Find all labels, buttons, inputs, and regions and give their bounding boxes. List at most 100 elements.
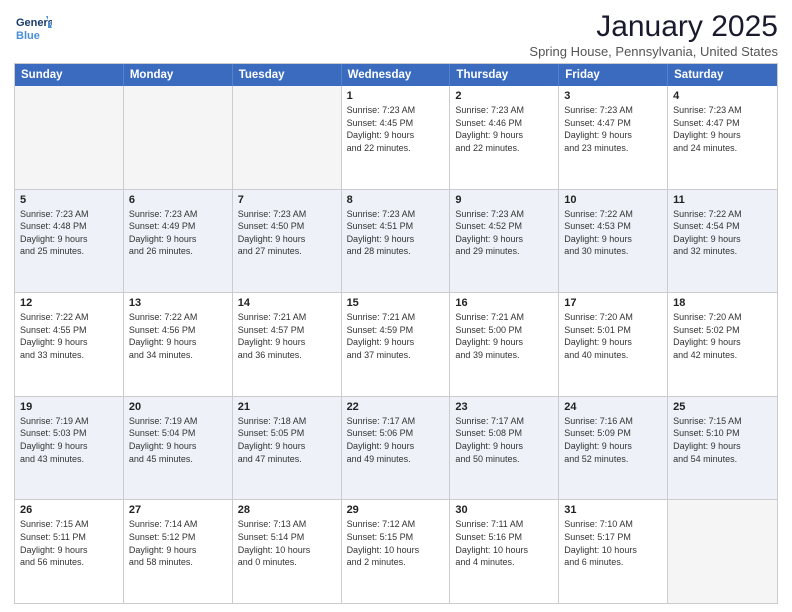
day-cell-19: 19Sunrise: 7:19 AM Sunset: 5:03 PM Dayli… — [15, 397, 124, 500]
day-number: 2 — [455, 90, 553, 102]
day-info: Sunrise: 7:23 AM Sunset: 4:47 PM Dayligh… — [673, 104, 772, 154]
day-cell-14: 14 Sunrise: 7:21 AM Sunset: 4:57 PM Dayli… — [233, 293, 342, 396]
calendar-row-5: 26 Sunrise: 7:15 AM Sunset: 5:11 PM Dayli… — [15, 499, 777, 603]
day-info: Sunrise: 7:23 AM Sunset: 4:47 PM Dayligh… — [564, 104, 662, 154]
weekday-header-tuesday: Tuesday — [233, 64, 342, 86]
day-info: Sunrise: 7:21 AM Sunset: 4:57 PM Dayligh… — [238, 311, 336, 361]
day-info: Sunrise: 7:12 AM Sunset: 5:15 PM Dayligh… — [347, 518, 445, 568]
calendar-row-4: 19Sunrise: 7:19 AM Sunset: 5:03 PM Dayli… — [15, 396, 777, 500]
day-cell-28: 28 Sunrise: 7:13 AM Sunset: 5:14 PM Dayli… — [233, 500, 342, 603]
day-info: Sunrise: 7:11 AM Sunset: 5:16 PM Dayligh… — [455, 518, 553, 568]
weekday-header-wednesday: Wednesday — [342, 64, 451, 86]
day-info: Sunrise: 7:18 AM Sunset: 5:05 PM Dayligh… — [238, 415, 336, 465]
day-info: Sunrise: 7:22 AM Sunset: 4:55 PM Dayligh… — [20, 311, 118, 361]
calendar-row-1: 1 Sunrise: 7:23 AM Sunset: 4:45 PM Daylig… — [15, 86, 777, 189]
day-info: Sunrise: 7:23 AM Sunset: 4:46 PM Dayligh… — [455, 104, 553, 154]
day-info: Sunrise: 7:13 AM Sunset: 5:14 PM Dayligh… — [238, 518, 336, 568]
weekday-header-thursday: Thursday — [450, 64, 559, 86]
svg-text:Blue: Blue — [16, 30, 40, 42]
day-info: Sunrise: 7:20 AM Sunset: 5:01 PM Dayligh… — [564, 311, 662, 361]
day-cell-15: 15Sunrise: 7:21 AM Sunset: 4:59 PM Dayli… — [342, 293, 451, 396]
day-number: 12 — [20, 297, 118, 309]
day-info: Sunrise: 7:22 AM Sunset: 4:56 PM Dayligh… — [129, 311, 227, 361]
day-number: 9 — [455, 194, 553, 206]
day-info: Sunrise: 7:23 AM Sunset: 4:49 PM Dayligh… — [129, 208, 227, 258]
empty-cell — [668, 500, 777, 603]
empty-cell — [15, 86, 124, 189]
day-info: Sunrise: 7:17 AM Sunset: 5:06 PM Dayligh… — [347, 415, 445, 465]
day-number: 11 — [673, 194, 772, 206]
weekday-header-friday: Friday — [559, 64, 668, 86]
calendar-body: 1 Sunrise: 7:23 AM Sunset: 4:45 PM Daylig… — [15, 86, 777, 603]
day-cell-16: 16Sunrise: 7:21 AM Sunset: 5:00 PM Dayli… — [450, 293, 559, 396]
day-info: Sunrise: 7:22 AM Sunset: 4:54 PM Dayligh… — [673, 208, 772, 258]
calendar: SundayMondayTuesdayWednesdayThursdayFrid… — [14, 63, 778, 604]
day-number: 28 — [238, 504, 336, 516]
day-cell-13: 13 Sunrise: 7:22 AM Sunset: 4:56 PM Dayli… — [124, 293, 233, 396]
day-cell-4: 4 Sunrise: 7:23 AM Sunset: 4:47 PM Daylig… — [668, 86, 777, 189]
day-info: Sunrise: 7:23 AM Sunset: 4:50 PM Dayligh… — [238, 208, 336, 258]
day-cell-6: 6 Sunrise: 7:23 AM Sunset: 4:49 PM Daylig… — [124, 190, 233, 293]
day-number: 21 — [238, 401, 336, 413]
header-right: January 2025 Spring House, Pennsylvania,… — [529, 10, 778, 59]
day-number: 29 — [347, 504, 445, 516]
day-info: Sunrise: 7:14 AM Sunset: 5:12 PM Dayligh… — [129, 518, 227, 568]
day-cell-18: 18 Sunrise: 7:20 AM Sunset: 5:02 PM Dayli… — [668, 293, 777, 396]
svg-text:General: General — [16, 17, 52, 29]
day-info: Sunrise: 7:15 AM Sunset: 5:11 PM Dayligh… — [20, 518, 118, 568]
day-number: 4 — [673, 90, 772, 102]
day-cell-17: 17 Sunrise: 7:20 AM Sunset: 5:01 PM Dayli… — [559, 293, 668, 396]
day-number: 18 — [673, 297, 772, 309]
day-number: 19 — [20, 401, 118, 413]
day-cell-2: 2 Sunrise: 7:23 AM Sunset: 4:46 PM Daylig… — [450, 86, 559, 189]
day-info: Sunrise: 7:21 AM Sunset: 4:59 PM Dayligh… — [347, 311, 445, 361]
day-info: Sunrise: 7:10 AM Sunset: 5:17 PM Dayligh… — [564, 518, 662, 568]
day-number: 26 — [20, 504, 118, 516]
day-number: 24 — [564, 401, 662, 413]
day-number: 25 — [673, 401, 772, 413]
day-cell-23: 23 Sunrise: 7:17 AM Sunset: 5:08 PM Dayli… — [450, 397, 559, 500]
day-cell-29: 29 Sunrise: 7:12 AM Sunset: 5:15 PM Dayli… — [342, 500, 451, 603]
day-cell-25: 25Sunrise: 7:15 AM Sunset: 5:10 PM Dayli… — [668, 397, 777, 500]
day-number: 6 — [129, 194, 227, 206]
calendar-row-2: 5 Sunrise: 7:23 AM Sunset: 4:48 PM Daylig… — [15, 189, 777, 293]
day-cell-9: 9Sunrise: 7:23 AM Sunset: 4:52 PM Daylig… — [450, 190, 559, 293]
day-number: 27 — [129, 504, 227, 516]
day-info: Sunrise: 7:23 AM Sunset: 4:48 PM Dayligh… — [20, 208, 118, 258]
day-cell-27: 27 Sunrise: 7:14 AM Sunset: 5:12 PM Dayli… — [124, 500, 233, 603]
day-number: 13 — [129, 297, 227, 309]
logo: General Blue — [14, 10, 52, 48]
day-number: 14 — [238, 297, 336, 309]
day-number: 7 — [238, 194, 336, 206]
day-number: 20 — [129, 401, 227, 413]
day-number: 30 — [455, 504, 553, 516]
day-cell-3: 3 Sunrise: 7:23 AM Sunset: 4:47 PM Daylig… — [559, 86, 668, 189]
day-number: 5 — [20, 194, 118, 206]
day-info: Sunrise: 7:20 AM Sunset: 5:02 PM Dayligh… — [673, 311, 772, 361]
day-number: 17 — [564, 297, 662, 309]
calendar-row-3: 12 Sunrise: 7:22 AM Sunset: 4:55 PM Dayli… — [15, 292, 777, 396]
day-info: Sunrise: 7:23 AM Sunset: 4:45 PM Dayligh… — [347, 104, 445, 154]
day-cell-22: 22 Sunrise: 7:17 AM Sunset: 5:06 PM Dayli… — [342, 397, 451, 500]
weekday-header-monday: Monday — [124, 64, 233, 86]
day-cell-20: 20Sunrise: 7:19 AM Sunset: 5:04 PM Dayli… — [124, 397, 233, 500]
day-info: Sunrise: 7:22 AM Sunset: 4:53 PM Dayligh… — [564, 208, 662, 258]
day-cell-10: 10Sunrise: 7:22 AM Sunset: 4:53 PM Dayli… — [559, 190, 668, 293]
weekday-header-saturday: Saturday — [668, 64, 777, 86]
day-number: 22 — [347, 401, 445, 413]
day-info: Sunrise: 7:17 AM Sunset: 5:08 PM Dayligh… — [455, 415, 553, 465]
day-number: 1 — [347, 90, 445, 102]
day-info: Sunrise: 7:23 AM Sunset: 4:51 PM Dayligh… — [347, 208, 445, 258]
day-number: 3 — [564, 90, 662, 102]
day-cell-26: 26 Sunrise: 7:15 AM Sunset: 5:11 PM Dayli… — [15, 500, 124, 603]
day-number: 23 — [455, 401, 553, 413]
day-info: Sunrise: 7:16 AM Sunset: 5:09 PM Dayligh… — [564, 415, 662, 465]
day-cell-5: 5 Sunrise: 7:23 AM Sunset: 4:48 PM Daylig… — [15, 190, 124, 293]
day-cell-21: 21 Sunrise: 7:18 AM Sunset: 5:05 PM Dayli… — [233, 397, 342, 500]
day-number: 31 — [564, 504, 662, 516]
day-cell-12: 12 Sunrise: 7:22 AM Sunset: 4:55 PM Dayli… — [15, 293, 124, 396]
weekday-header-sunday: Sunday — [15, 64, 124, 86]
day-cell-30: 30 Sunrise: 7:11 AM Sunset: 5:16 PM Dayli… — [450, 500, 559, 603]
empty-cell — [124, 86, 233, 189]
day-cell-7: 7 Sunrise: 7:23 AM Sunset: 4:50 PM Daylig… — [233, 190, 342, 293]
